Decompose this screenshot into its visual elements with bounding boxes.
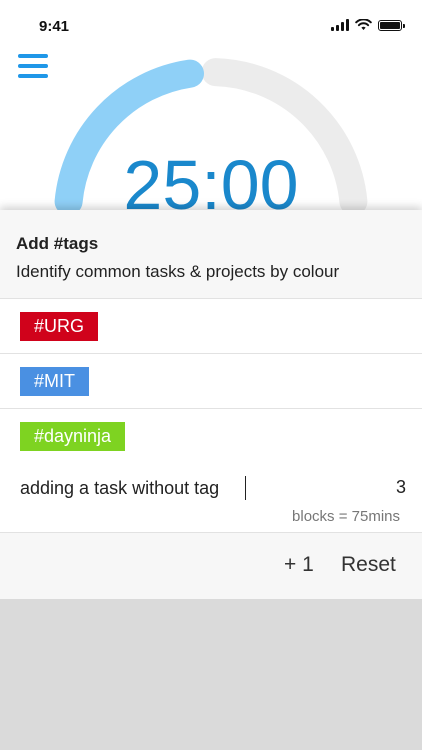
tag-row-urg[interactable]: #URG [0, 299, 422, 354]
sheet-subtitle: Identify common tasks & projects by colo… [16, 262, 340, 281]
task-blocks-duration: blocks = 75mins [292, 508, 400, 525]
add-one-button[interactable]: + 1 [284, 553, 314, 577]
tag-chip-urg[interactable]: #URG [20, 312, 99, 341]
tags-sheet: Add #tags Identify common tasks & projec… [0, 210, 422, 750]
tag-chip-dayninja[interactable]: #dayninja [20, 422, 126, 451]
reset-button[interactable]: Reset [341, 553, 396, 577]
action-bar: + 1 Reset [0, 532, 422, 600]
tag-row-dayninja[interactable]: #dayninja [0, 409, 422, 464]
task-row: 3 blocks = 75mins [0, 463, 422, 531]
tag-chip-mit[interactable]: #MIT [20, 367, 90, 396]
sheet-header: Add #tags Identify common tasks & projec… [0, 210, 422, 299]
tag-row-mit[interactable]: #MIT [0, 354, 422, 409]
text-cursor [245, 476, 246, 500]
task-input[interactable] [20, 475, 340, 501]
hamburger-menu-icon[interactable] [18, 54, 48, 82]
task-block-count[interactable]: 3 [396, 477, 406, 498]
empty-area [0, 599, 422, 750]
sheet-title: Add #tags [16, 234, 99, 253]
